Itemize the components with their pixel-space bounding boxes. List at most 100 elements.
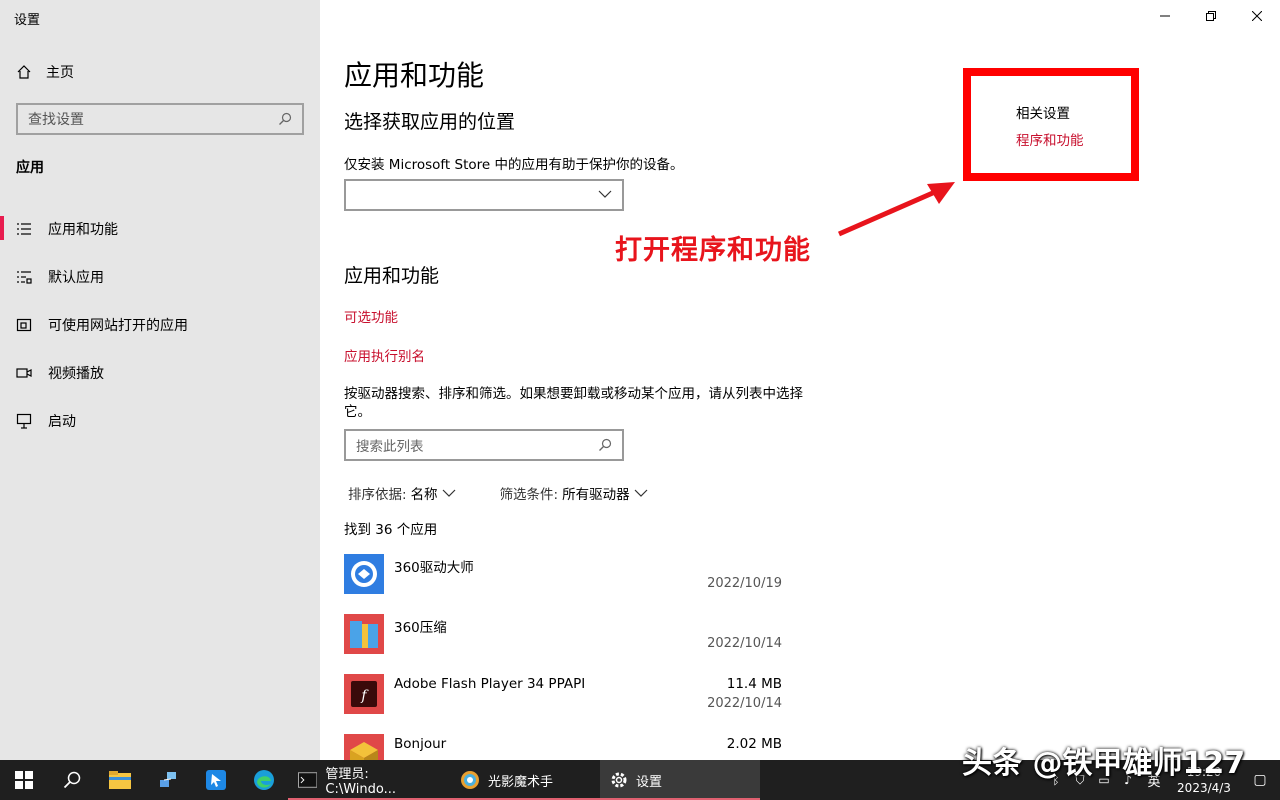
app-list-item[interactable]: Bonjour 2.02 MB: [344, 734, 784, 760]
website-apps-icon: [16, 317, 32, 333]
sort-label: 排序依据:: [348, 487, 407, 503]
taskbar-app-label: 设置: [636, 774, 663, 790]
install-location-dropdown[interactable]: [344, 179, 624, 211]
cursor-app-icon: [206, 770, 226, 790]
optional-features-link[interactable]: 可选功能: [344, 306, 398, 326]
network-app-button[interactable]: [144, 760, 192, 800]
taskbar-search-button[interactable]: [48, 760, 96, 800]
notification-icon[interactable]: ▢: [1240, 772, 1280, 788]
chevron-down-icon: [634, 489, 648, 497]
section-title: 应用: [16, 160, 44, 176]
app-size: 2.02 MB: [726, 736, 782, 752]
chevron-down-icon: [598, 190, 612, 198]
minimize-icon: [1160, 15, 1170, 17]
start-button[interactable]: [0, 760, 48, 800]
taskbar-app-settings[interactable]: 设置: [600, 760, 760, 800]
app-execution-alias-link[interactable]: 应用执行别名: [344, 345, 425, 365]
folder-icon: [109, 771, 131, 789]
sidebar-item-label: 应用和功能: [48, 222, 118, 238]
photo-editor-icon: [461, 771, 479, 789]
network-icon: [160, 772, 176, 787]
bonjour-icon: [344, 734, 384, 760]
home-label: 主页: [46, 65, 74, 81]
cmd-icon: [298, 772, 318, 788]
app-list-item[interactable]: f Adobe Flash Player 34 PPAPI 11.4 MB 20…: [344, 674, 784, 730]
close-icon: [1252, 11, 1262, 21]
sidebar-item-default-apps[interactable]: 默认应用: [0, 253, 320, 301]
sidebar: 设置 主页 查找设置 应用 应用和功能 默认应用 可使用网站打开的应用 视频播放…: [0, 0, 320, 760]
restore-button[interactable]: [1188, 0, 1234, 32]
related-settings-title: 相关设置: [1016, 106, 1070, 122]
search-icon: [63, 771, 81, 789]
filter-dropdown[interactable]: 筛选条件: 所有驱动器: [500, 483, 648, 503]
page-title: 应用和功能: [344, 59, 485, 92]
app-date: 2022/10/19: [707, 576, 782, 591]
app-list-search-placeholder: 搜索此列表: [356, 439, 424, 455]
sort-filter-row: 排序依据: 名称 筛选条件: 所有驱动器: [348, 483, 648, 503]
file-explorer-button[interactable]: [96, 760, 144, 800]
install-location-description: 仅安装 Microsoft Store 中的应用有助于保护你的设备。: [344, 157, 684, 173]
app-list-item[interactable]: 360压缩 2022/10/14: [344, 614, 784, 670]
app-size: 11.4 MB: [726, 676, 782, 692]
sidebar-item-label: 可使用网站打开的应用: [48, 318, 188, 334]
filter-label: 筛选条件:: [499, 487, 559, 503]
annotation-text: 打开程序和功能: [615, 235, 811, 266]
app-date: 2022/10/14: [707, 636, 782, 651]
app-date: 2022/10/14: [707, 696, 782, 711]
app-name: 360压缩: [394, 620, 447, 636]
app-name: Bonjour: [394, 736, 447, 752]
sidebar-item-label: 默认应用: [48, 270, 104, 286]
edge-button[interactable]: [240, 760, 288, 800]
taskbar-app-photo-editor[interactable]: 光影魔术手: [450, 760, 600, 800]
video-icon: [16, 365, 32, 381]
sidebar-item-label: 视频播放: [48, 366, 104, 382]
sidebar-item-label: 启动: [48, 414, 76, 430]
driver-master-icon: [344, 554, 384, 594]
taskbar-app-cmd[interactable]: 管理员: C:\Windo...: [288, 760, 450, 800]
filter-value: 所有驱动器: [562, 487, 630, 503]
sort-dropdown[interactable]: 排序依据: 名称: [348, 483, 456, 503]
programs-and-features-link[interactable]: 程序和功能: [1016, 129, 1084, 149]
apps-section-heading: 应用和功能: [344, 265, 440, 287]
install-location-heading: 选择获取应用的位置: [344, 111, 516, 133]
annotation-arrow: [837, 182, 955, 237]
restore-icon: [1206, 11, 1216, 21]
sidebar-item-startup[interactable]: 启动: [0, 397, 320, 445]
sidebar-item-website-apps[interactable]: 可使用网站打开的应用: [0, 301, 320, 349]
watermark: 头条 @铁甲雄师127: [962, 746, 1246, 781]
sidebar-nav: 应用和功能 默认应用 可使用网站打开的应用 视频播放 启动: [0, 205, 320, 445]
gear-icon: [611, 772, 627, 788]
highlight-box: [963, 68, 1139, 181]
taskbar-app-label: 光影魔术手: [488, 774, 554, 790]
app-list-search-input[interactable]: 搜索此列表: [344, 429, 624, 461]
zip-icon: [344, 614, 384, 654]
home-icon: [17, 65, 31, 79]
list-icon: [16, 221, 32, 237]
flash-icon: f: [344, 674, 384, 714]
window-title: 设置: [14, 13, 41, 28]
app-count: 找到 36 个应用: [344, 522, 438, 538]
startup-icon: [16, 413, 32, 429]
apps-description: 按驱动器搜索、排序和筛选。如果想要卸载或移动某个应用，请从列表中选择它。: [344, 386, 803, 420]
home-nav[interactable]: 主页: [16, 62, 74, 82]
sort-value: 名称: [410, 487, 438, 503]
search-icon: [279, 112, 292, 125]
pinned-app-button[interactable]: [192, 760, 240, 800]
search-icon: [599, 438, 612, 451]
close-button[interactable]: [1234, 0, 1280, 32]
clock-date: 2023/4/3: [1177, 781, 1231, 795]
sidebar-item-video-playback[interactable]: 视频播放: [0, 349, 320, 397]
app-name: Adobe Flash Player 34 PPAPI: [394, 676, 586, 692]
app-name: 360驱动大师: [394, 560, 474, 576]
sidebar-item-apps-features[interactable]: 应用和功能: [0, 205, 320, 253]
default-apps-icon: [16, 269, 32, 285]
settings-search-input[interactable]: 查找设置: [16, 103, 304, 135]
settings-search-placeholder: 查找设置: [28, 112, 84, 128]
taskbar-app-label: 管理员: C:\Windo...: [325, 767, 397, 797]
minimize-button[interactable]: [1142, 0, 1188, 32]
chevron-down-icon: [442, 489, 455, 497]
app-list-item[interactable]: 360驱动大师 2022/10/19: [344, 554, 784, 610]
windows-logo-icon: [15, 771, 33, 789]
window-controls: [1142, 0, 1280, 32]
edge-browser-icon: [254, 770, 274, 790]
